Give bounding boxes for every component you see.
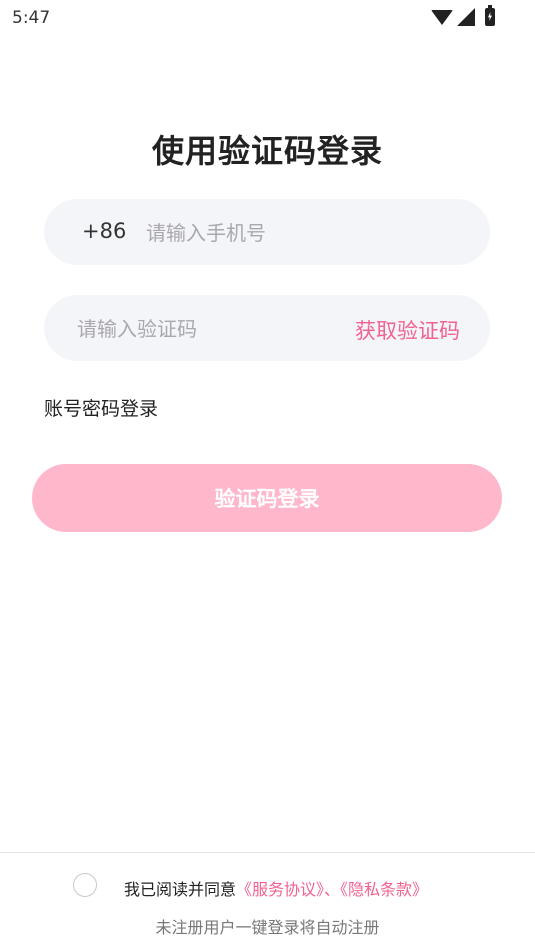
code-login-button[interactable]: 验证码登录: [32, 464, 502, 532]
agree-checkbox[interactable]: [73, 873, 97, 897]
phone-input[interactable]: [144, 215, 448, 251]
account-password-login-link[interactable]: 账号密码登录: [44, 394, 158, 421]
agreement-row: 我已阅读并同意《服务协议》、《隐私条款》: [0, 873, 535, 899]
status-bar: 5:47: [0, 0, 535, 38]
agreement-prefix: 我已阅读并同意: [124, 880, 237, 899]
country-code: +86: [82, 219, 127, 243]
agreement-text: 我已阅读并同意《服务协议》、《隐私条款》: [124, 876, 428, 900]
code-field[interactable]: 获取验证码: [44, 295, 490, 361]
wifi-icon: [431, 9, 453, 25]
divider: [0, 852, 535, 853]
status-time: 5:47: [12, 8, 51, 28]
auto-register-note: 未注册用户一键登录将自动注册: [155, 918, 380, 937]
service-agreement-link[interactable]: 《服务协议》: [236, 880, 324, 899]
get-code-button[interactable]: 获取验证码: [355, 315, 460, 345]
privacy-policy-link[interactable]: 《隐私条款》: [340, 880, 428, 899]
battery-icon: [485, 5, 495, 26]
code-input[interactable]: [75, 311, 329, 347]
status-icons: [431, 5, 495, 26]
signal-icon: [457, 8, 475, 26]
agreement-separator: 、: [324, 880, 341, 899]
page-title: 使用验证码登录: [151, 132, 383, 170]
phone-field[interactable]: +86: [44, 199, 490, 265]
